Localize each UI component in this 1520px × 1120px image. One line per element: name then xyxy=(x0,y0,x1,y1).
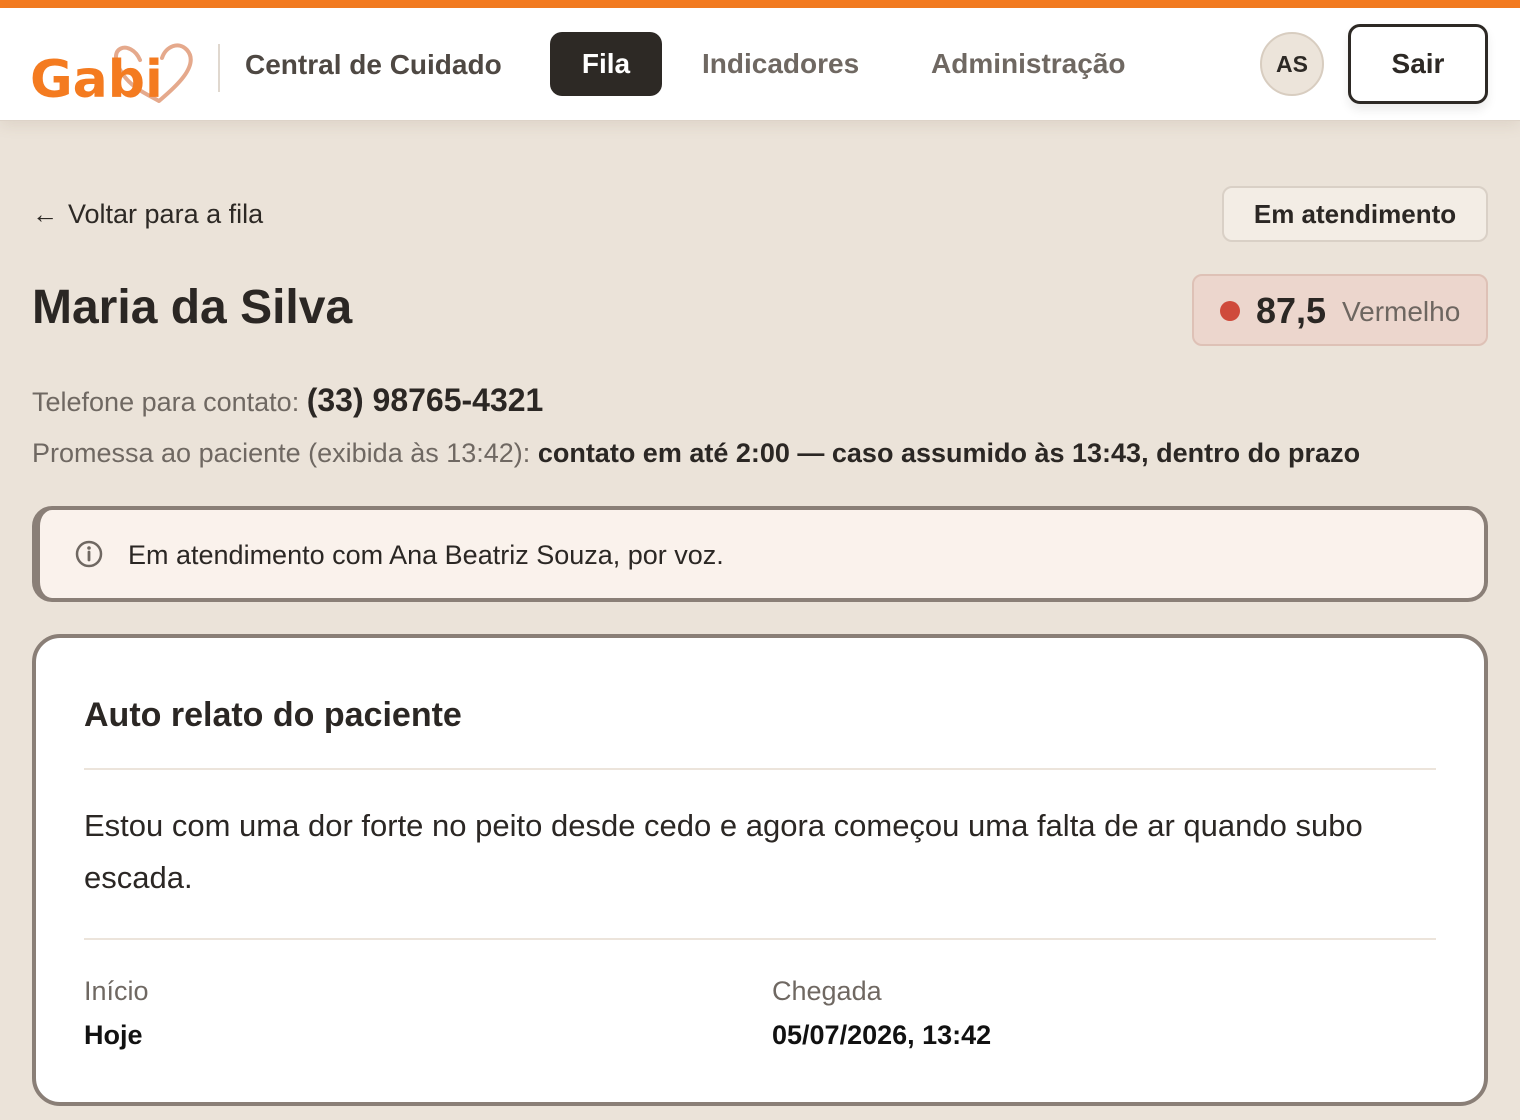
patient-name: Maria da Silva xyxy=(32,281,353,334)
attendance-alert: Em atendimento com Ana Beatriz Souza, po… xyxy=(32,506,1488,602)
tab-fila[interactable]: Fila xyxy=(550,32,662,96)
onset-label: Início xyxy=(84,976,149,1006)
risk-score-value: 87,5 xyxy=(1256,290,1327,331)
logo-wordmark: Gabi xyxy=(30,50,163,104)
risk-level-label: Vermelho xyxy=(1342,296,1461,327)
top-accent-bar xyxy=(0,0,1520,8)
promise-value: contato em até 2:00 — caso assumido às 1… xyxy=(537,438,1361,468)
card-divider xyxy=(84,938,1436,940)
logout-button[interactable]: Sair xyxy=(1348,24,1488,104)
back-link-label: Voltar para a fila xyxy=(68,199,264,229)
card-divider xyxy=(84,768,1436,770)
top-navigation-bar: Gabi Central de Cuidado Fila Indicadores… xyxy=(0,8,1520,121)
arrival-label: Chegada xyxy=(772,976,882,1006)
promise-label: Promessa ao paciente (exibida às 13:42): xyxy=(32,438,531,468)
phone-value: (33) 98765-4321 xyxy=(306,382,544,418)
status-badge: Em atendimento xyxy=(1222,186,1488,242)
arrow-left-icon: ← xyxy=(32,199,58,229)
header-divider xyxy=(218,44,220,92)
app-title: Central de Cuidado xyxy=(245,49,502,80)
risk-score-badge: 87,5 Vermelho xyxy=(1192,274,1488,346)
contact-phone-line: Telefone para contato: (33) 98765-4321 xyxy=(32,382,543,419)
tab-administracao[interactable]: Administração xyxy=(931,32,1126,96)
info-icon xyxy=(75,540,103,568)
self-report-text: Estou com uma dor forte no peito desde c… xyxy=(84,808,1363,895)
patient-promise-line: Promessa ao paciente (exibida às 13:42):… xyxy=(32,438,1360,469)
tab-indicadores[interactable]: Indicadores xyxy=(702,32,859,96)
card-title: Auto relato do paciente xyxy=(84,696,462,734)
alert-text: Em atendimento com Ana Beatriz Souza, po… xyxy=(128,540,724,570)
phone-label: Telefone para contato: xyxy=(32,387,300,417)
user-avatar[interactable]: AS xyxy=(1260,32,1324,96)
onset-value: Hoje xyxy=(84,1020,143,1050)
back-to-queue-link[interactable]: ← Voltar para a fila xyxy=(32,199,263,230)
gabi-logo[interactable]: Gabi xyxy=(30,34,196,104)
arrival-value: 05/07/2026, 13:42 xyxy=(772,1020,992,1050)
self-report-card: Auto relato do paciente Estou com uma do… xyxy=(32,634,1488,1106)
red-dot-icon xyxy=(1220,301,1240,321)
